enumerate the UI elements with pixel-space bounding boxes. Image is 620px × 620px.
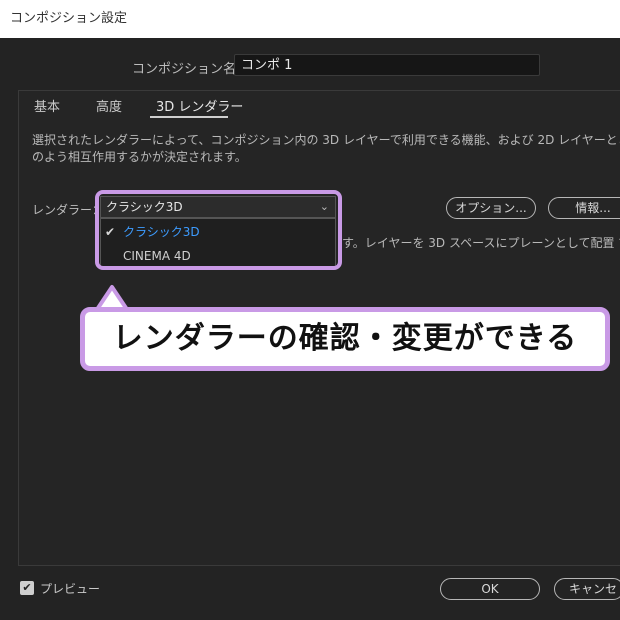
annotation-highlight-frame [95, 190, 342, 270]
renderer-hint-text: す。レイヤーを 3D スペースにプレーンとして配置 でき [342, 236, 620, 250]
info-button-label: 情報... [575, 201, 611, 215]
composition-name-input[interactable]: コンポ 1 [234, 54, 540, 76]
window-title-bar: コンポジション設定 [0, 0, 620, 38]
ok-button-label: OK [481, 582, 499, 596]
renderer-description: 選択されたレンダラーによって、コンポジション内の 3D レイヤーで利用できる機能… [32, 133, 620, 164]
check-icon: ✔ [22, 581, 32, 594]
tab-advanced[interactable]: 高度 [96, 96, 122, 115]
composition-name-value: コンポ 1 [241, 58, 293, 73]
cancel-button-label: キャンセ [569, 582, 618, 596]
active-tab-indicator [150, 116, 228, 118]
composition-name-label: コンポジション名： [132, 62, 250, 77]
window-title: コンポジション設定 [10, 11, 128, 26]
preview-checkbox[interactable]: ✔ [20, 581, 34, 595]
options-button-label: オプション... [455, 201, 527, 215]
info-button[interactable]: 情報... [548, 197, 620, 219]
ok-button[interactable]: OK [440, 578, 540, 600]
tab-3d-renderer[interactable]: 3D レンダラー [156, 96, 243, 115]
preview-label: プレビュー [40, 582, 101, 596]
annotation-callout: レンダラーの確認・変更ができる [80, 307, 610, 371]
cancel-button[interactable]: キャンセ [554, 578, 620, 600]
annotation-callout-text: レンダラーの確認・変更ができる [112, 321, 578, 356]
tab-basic[interactable]: 基本 [34, 96, 60, 115]
options-button[interactable]: オプション... [446, 197, 536, 219]
renderer-label: レンダラー： [32, 203, 105, 217]
